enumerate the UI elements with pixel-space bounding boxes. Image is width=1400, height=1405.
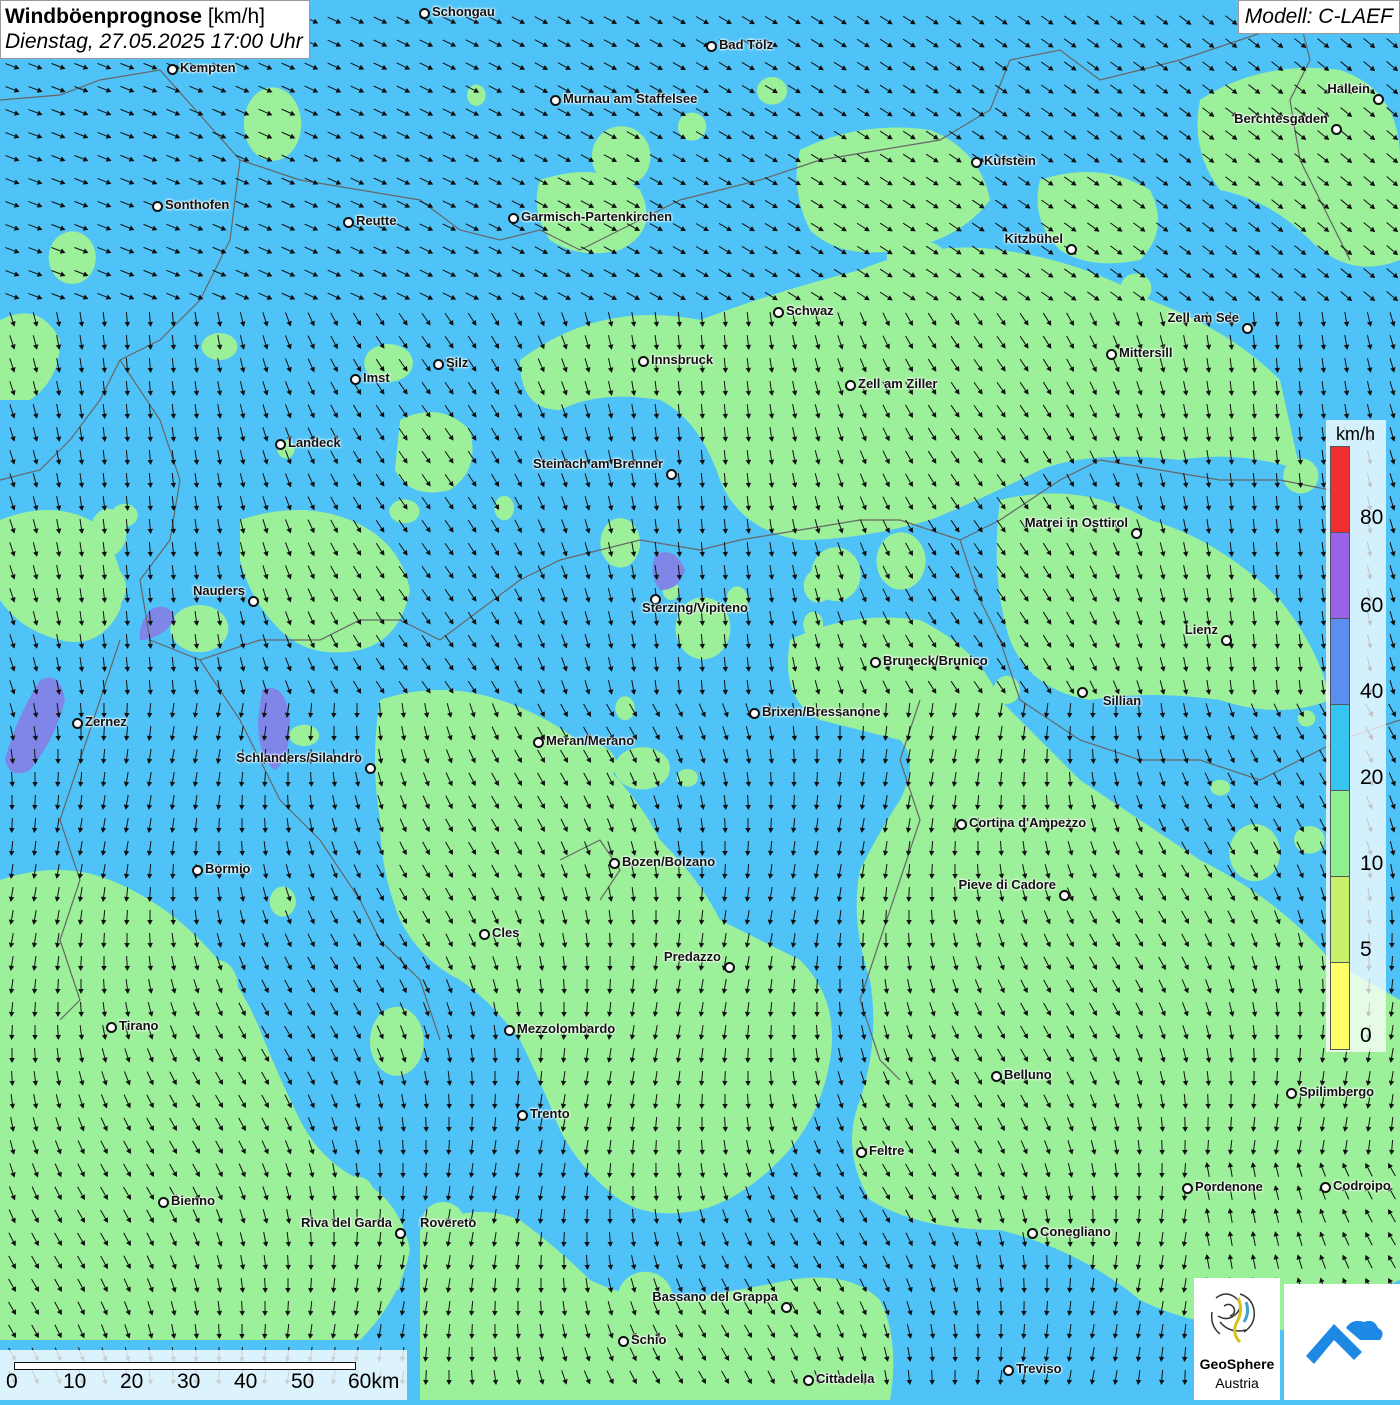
green-zone-blob <box>600 518 640 567</box>
green-zone-blob <box>90 509 127 556</box>
green-zone-blob <box>738 1301 782 1354</box>
green-zone-blob <box>1072 227 1095 243</box>
green-zone-blob <box>1294 826 1325 854</box>
green-zone-blob <box>270 887 296 917</box>
green-zone-blob <box>49 231 96 284</box>
green-zone-blob <box>620 986 651 1025</box>
green-zone-blob <box>1298 710 1316 726</box>
green-zone-blob <box>177 1052 232 1100</box>
green-zone-blob <box>1120 274 1151 304</box>
green-zone <box>395 412 473 493</box>
green-zone-blob <box>301 537 347 590</box>
green-zone-blob <box>337 1176 374 1207</box>
green-zone-blob <box>370 1007 424 1076</box>
green-zone-blob <box>394 797 416 822</box>
green-zone-blob <box>132 1180 152 1195</box>
green-zone-blob <box>847 158 881 184</box>
green-zone-blob <box>994 676 1020 704</box>
green-zone-blob <box>1210 780 1230 796</box>
green-zone-blob <box>803 612 823 638</box>
green-zone-blob <box>592 126 651 187</box>
green-zone-blob <box>757 77 787 105</box>
green-zone-blob <box>601 1116 637 1151</box>
green-zone-blob <box>887 239 933 276</box>
green-zone-blob <box>80 563 126 613</box>
green-zone-blob <box>384 1277 400 1292</box>
green-zone-blob <box>722 1102 775 1144</box>
green-zone-blob <box>289 725 319 746</box>
green-zone-blob <box>621 1156 663 1197</box>
green-zone-blob <box>889 142 927 174</box>
green-zone-blob <box>389 499 419 523</box>
green-zone-blob <box>614 747 670 789</box>
green-zone-blob <box>877 532 926 589</box>
green-zone-blob <box>244 87 301 160</box>
